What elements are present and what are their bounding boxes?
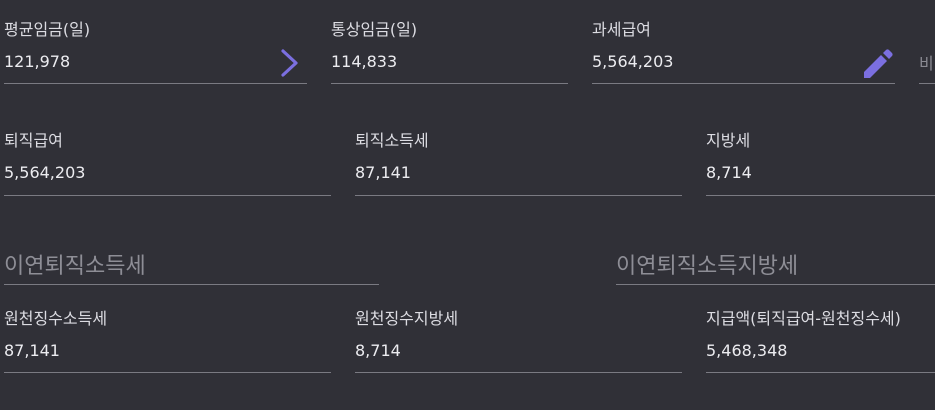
retirement-income-tax-field[interactable]: 퇴직소득세 87,141: [355, 129, 682, 196]
normal-wage-underline: [331, 83, 568, 84]
severance-pay-value: 5,564,203: [4, 163, 86, 182]
pencil-icon[interactable]: [860, 48, 894, 80]
severance-pay-field[interactable]: 퇴직급여 5,564,203: [4, 129, 331, 196]
withholding-local-tax-field[interactable]: 원천징수지방세 8,714: [355, 307, 682, 374]
retirement-income-tax-label: 퇴직소득세: [355, 131, 429, 150]
avg-wage-value: 121,978: [4, 52, 71, 71]
deferred-retirement-income-tax-placeholder: 이연퇴직소득세: [4, 254, 146, 279]
withholding-local-tax-value: 8,714: [355, 341, 401, 360]
cutoff-field[interactable]: 비: [919, 18, 935, 84]
local-tax-underline: [706, 195, 935, 196]
withholding-income-tax-field[interactable]: 원천징수소득세 87,141: [4, 307, 331, 374]
deferred-retirement-local-tax-underline: [616, 284, 935, 285]
retirement-income-tax-underline: [355, 195, 682, 196]
deferred-retirement-local-tax-field[interactable]: 이연퇴직소득지방세: [616, 250, 935, 286]
withholding-local-tax-label: 원천징수지방세: [355, 309, 459, 328]
payment-amount-value: 5,468,348: [706, 341, 788, 360]
payment-amount-label: 지급액(퇴직급여-원천징수세): [706, 309, 901, 328]
withholding-income-tax-value: 87,141: [4, 341, 60, 360]
severance-pay-underline: [4, 195, 331, 196]
local-tax-field[interactable]: 지방세 8,714: [706, 129, 935, 196]
severance-pay-label: 퇴직급여: [4, 131, 63, 150]
deferred-retirement-income-tax-underline: [4, 284, 379, 285]
avg-wage-underline: [4, 83, 307, 84]
withholding-income-tax-label: 원천징수소득세: [4, 309, 108, 328]
cutoff-field-underline: [919, 83, 935, 84]
avg-wage-label: 평균임금(일): [4, 20, 91, 39]
payment-amount-underline: [706, 372, 935, 373]
retirement-income-tax-value: 87,141: [355, 163, 411, 182]
taxable-pay-underline: [592, 83, 895, 84]
cutoff-field-text: 비: [919, 54, 934, 73]
taxable-pay-field[interactable]: 과세급여 5,564,203: [592, 18, 895, 84]
normal-wage-value: 114,833: [331, 52, 398, 71]
normal-wage-field[interactable]: 통상임금(일) 114,833: [331, 18, 568, 84]
avg-wage-field[interactable]: 평균임금(일) 121,978: [4, 18, 307, 84]
payment-amount-field[interactable]: 지급액(퇴직급여-원천징수세) 5,468,348: [706, 307, 935, 374]
normal-wage-label: 통상임금(일): [331, 20, 418, 39]
chevron-right-icon[interactable]: [276, 48, 302, 78]
taxable-pay-value: 5,564,203: [592, 52, 674, 71]
local-tax-value: 8,714: [706, 163, 752, 182]
deferred-retirement-local-tax-placeholder: 이연퇴직소득지방세: [616, 254, 799, 279]
taxable-pay-label: 과세급여: [592, 20, 651, 39]
deferred-retirement-income-tax-field[interactable]: 이연퇴직소득세: [4, 250, 379, 286]
withholding-local-tax-underline: [355, 372, 682, 373]
local-tax-label: 지방세: [706, 131, 751, 150]
withholding-income-tax-underline: [4, 372, 331, 373]
